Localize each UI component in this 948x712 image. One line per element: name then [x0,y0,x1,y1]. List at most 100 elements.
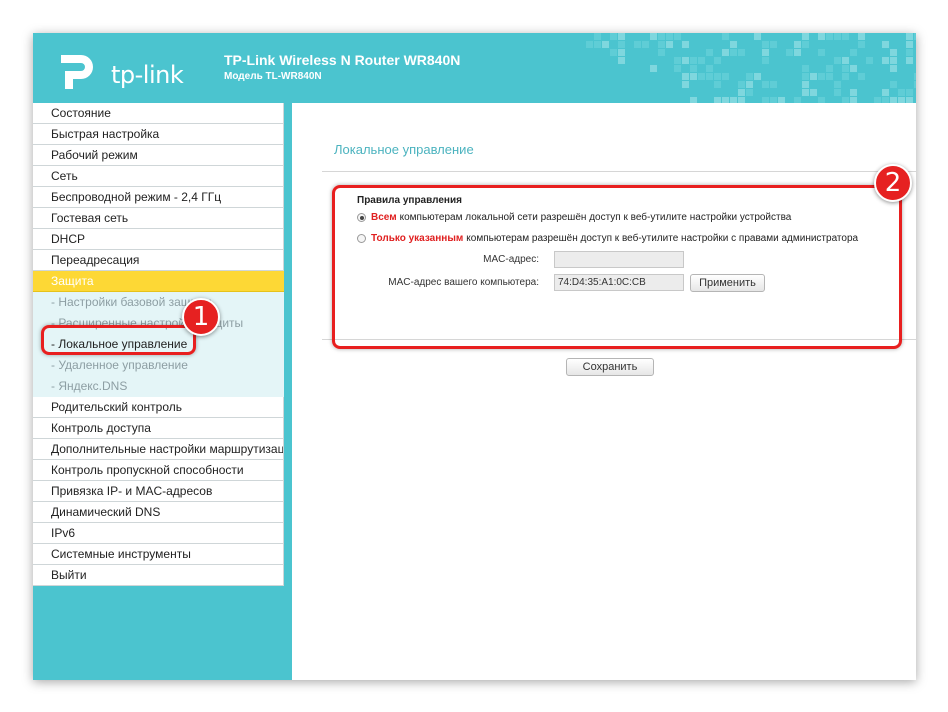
router-model: Модель TL-WR840N [224,71,322,82]
pattern-tile [818,73,825,80]
pattern-tile [890,81,897,88]
pattern-tile [842,57,849,64]
your-mac-input[interactable]: 74:D4:35:A1:0C:CB [554,274,684,291]
save-button[interactable]: Сохранить [566,358,654,376]
sidebar-item[interactable]: Выйти [33,565,284,586]
pattern-tile [810,73,817,80]
option-listed-text: компьютерам разрешён доступ к веб-утилит… [466,233,859,244]
pattern-tile [898,89,905,96]
sidebar-item[interactable]: Дополнительные настройки маршрутизации [33,439,284,460]
rules-title: Правила управления [357,195,462,206]
pattern-tile [882,57,889,64]
pattern-tile [882,89,889,96]
pattern-tile [826,33,833,40]
your-mac-label: MAC-адрес вашего компьютера: [388,277,539,288]
pattern-tile [618,33,625,40]
sidebar-item[interactable]: Системные инструменты [33,544,284,565]
sidebar-item[interactable]: DHCP [33,229,284,250]
mac-input[interactable] [554,251,684,268]
tp-link-logo-icon [61,55,93,89]
pattern-tile [906,57,913,64]
sidebar-item[interactable]: Быстрая настройка [33,124,284,145]
pattern-tile [706,49,713,56]
sidebar-item[interactable]: - Настройки базовой защиты [33,292,284,313]
sidebar-item[interactable]: - Удаленное управление [33,355,284,376]
pattern-tile [746,73,753,80]
pattern-tile [762,81,769,88]
sidebar-item[interactable]: - Локальное управление [33,334,284,355]
pattern-tile [762,57,769,64]
pattern-tile [674,33,681,40]
sidebar-item[interactable]: Динамический DNS [33,502,284,523]
sidebar-item[interactable]: Контроль пропускной способности [33,460,284,481]
pattern-tile [882,41,889,48]
sidebar-item[interactable]: Переадресация [33,250,284,271]
pattern-tile [858,73,865,80]
pattern-tile [594,33,601,40]
pattern-tile [770,81,777,88]
pattern-tile [818,49,825,56]
sidebar-item[interactable]: Контроль доступа [33,418,284,439]
pattern-tile [794,41,801,48]
sidebar-item[interactable]: IPv6 [33,523,284,544]
sidebar-item[interactable]: Рабочий режим [33,145,284,166]
pattern-tile [770,41,777,48]
option-listed-radio[interactable] [357,234,366,243]
pattern-tile [818,33,825,40]
router-title: TP-Link Wireless N Router WR840N [224,52,461,68]
tp-link-logo: tp-link [51,49,201,93]
pattern-tile [826,65,833,72]
sidebar-item[interactable]: Родительский контроль [33,397,284,418]
router-admin-window: tp-link TP-Link Wireless N Router WR840N… [33,33,916,680]
pattern-tile [730,41,737,48]
pattern-tile [730,49,737,56]
pattern-tile [794,49,801,56]
pattern-tile [706,65,713,72]
pattern-tile [666,41,673,48]
pattern-tile [858,33,865,40]
option-all-text: компьютерам локальной сети разрешён дост… [399,212,792,223]
pattern-tile [754,33,761,40]
pattern-tile [834,33,841,40]
pattern-tile [650,33,657,40]
pattern-tile [658,33,665,40]
sidebar-item[interactable]: Состояние [33,103,284,124]
pattern-tile [762,41,769,48]
sidebar-item[interactable]: Беспроводной режим - 2,4 ГГц [33,187,284,208]
sidebar-item[interactable]: Привязка IP- и MAC-адресов [33,481,284,502]
pattern-tile [586,41,593,48]
pattern-tile [682,57,689,64]
pattern-tile [890,49,897,56]
option-all-radio[interactable] [357,213,366,222]
pattern-tile [674,65,681,72]
pattern-tile [610,33,617,40]
pattern-tile [914,73,916,80]
sidebar-item[interactable]: Сеть [33,166,284,187]
pattern-tile [618,49,625,56]
pattern-tile [690,73,697,80]
pattern-tile [682,41,689,48]
pattern-tile [866,57,873,64]
sidebar-item[interactable]: Гостевая сеть [33,208,284,229]
pattern-tile [842,33,849,40]
pattern-tile [890,57,897,64]
sidebar-item[interactable]: - Яндекс.DNS [33,376,284,397]
pattern-tile [890,65,897,72]
pattern-tile [714,73,721,80]
sidebar-menu: Состояние Быстрая настройка Рабочий режим С… [33,103,284,680]
pattern-tile [698,73,705,80]
pattern-tile [802,33,809,40]
option-all-row[interactable]: Всем компьютерам локальной сети разрешён… [357,212,791,223]
apply-button[interactable]: Применить [690,274,765,292]
pattern-tile [906,41,913,48]
pattern-tile [738,89,745,96]
pattern-tile [914,33,916,40]
page-title: Локальное управление [334,142,474,157]
pattern-tile [650,65,657,72]
pattern-tile [642,41,649,48]
option-listed-highlight: Только указанным [371,233,464,244]
sidebar-item[interactable]: Защита [33,271,284,292]
option-listed-row[interactable]: Только указанным компьютерам разрешён до… [357,233,858,244]
pattern-tile [618,57,625,64]
sidebar-item[interactable]: - Расширенные настройки защиты [33,313,284,334]
